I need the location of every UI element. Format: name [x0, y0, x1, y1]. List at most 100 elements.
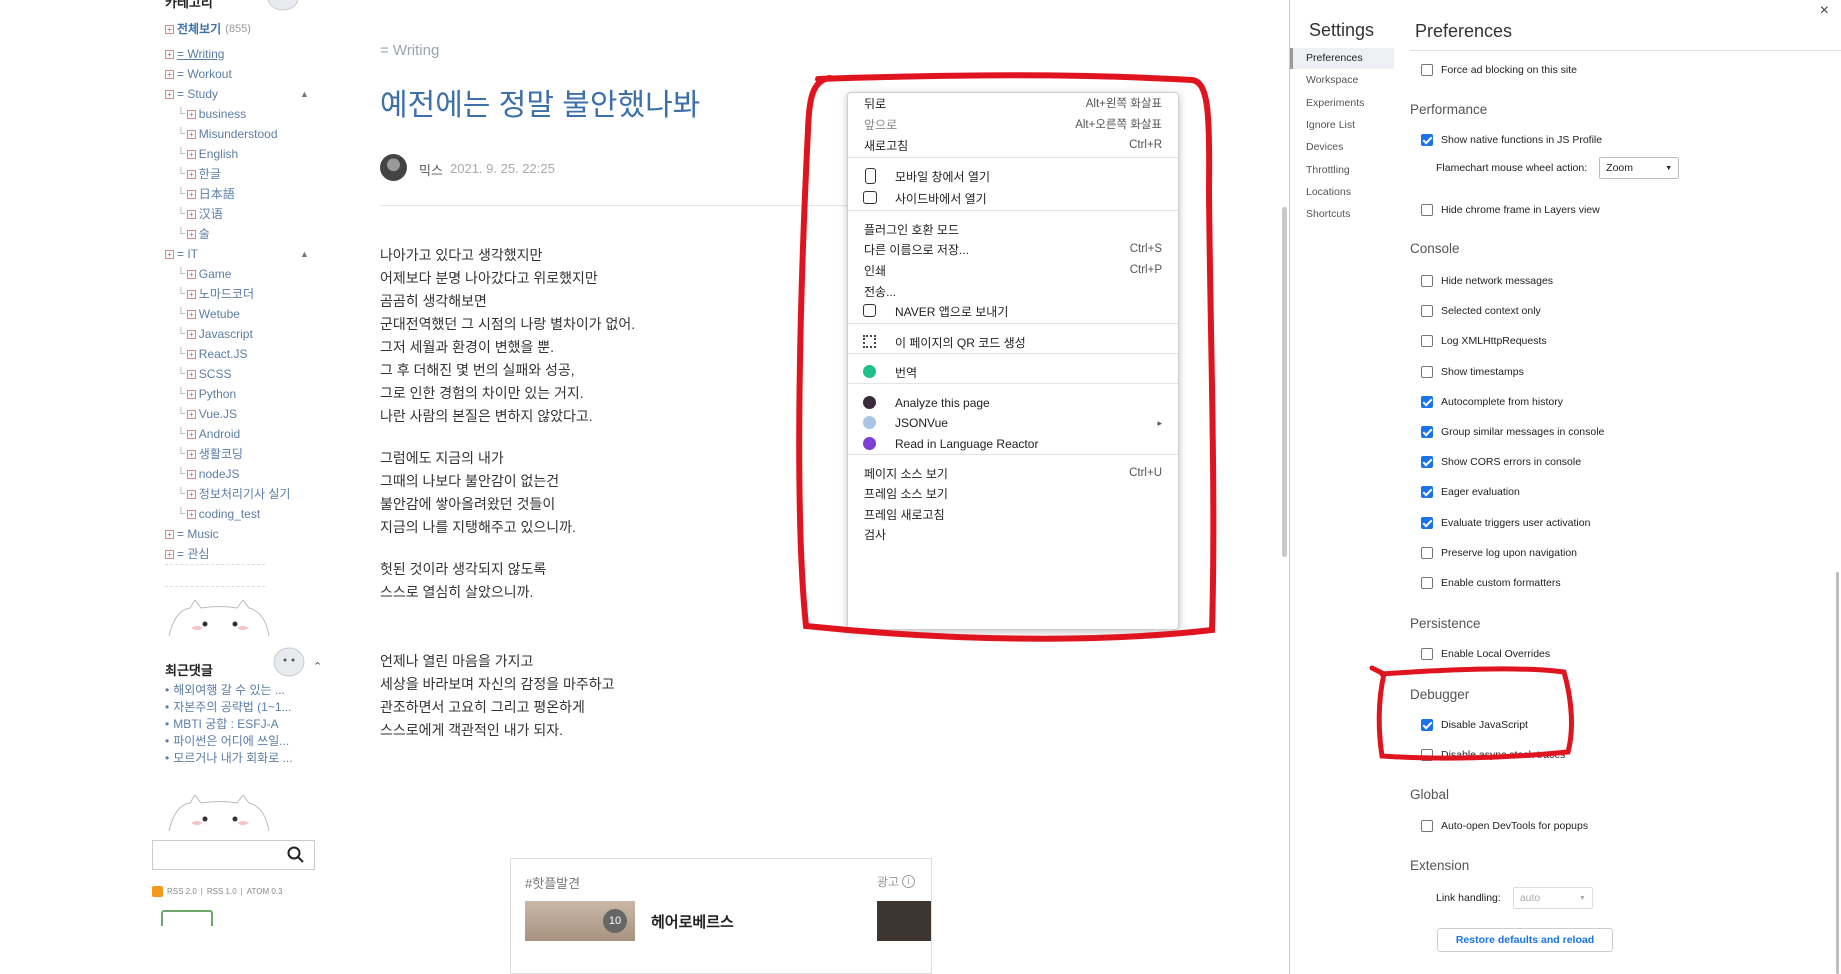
category-item[interactable]: └ + Javascript: [165, 324, 325, 344]
checkbox-setting[interactable]: Auto-open DevTools for popups: [1421, 818, 1588, 834]
menu-item[interactable]: NAVER 앱으로 보내기: [848, 300, 1178, 322]
checkbox-setting[interactable]: Enable Local Overrides: [1421, 646, 1550, 662]
category-item[interactable]: + = Writing: [165, 44, 325, 64]
checkbox[interactable]: [1421, 577, 1433, 589]
category-item[interactable]: └ + 정보처리기사 실기: [165, 484, 325, 504]
checkbox-setting[interactable]: Force ad blocking on this site: [1421, 62, 1577, 78]
rss1-link[interactable]: RSS 1.0: [207, 887, 237, 896]
category-item[interactable]: └ + 汉语: [165, 204, 325, 224]
checkbox-setting[interactable]: Show CORS errors in console: [1421, 454, 1581, 470]
menu-item[interactable]: Read in Language Reactor: [848, 433, 1178, 455]
category-item[interactable]: └ + Python: [165, 384, 325, 404]
checkbox-setting[interactable]: Hide chrome frame in Layers view: [1421, 202, 1600, 218]
atom-link[interactable]: ATOM 0.3: [247, 887, 283, 896]
search-input[interactable]: [157, 842, 287, 868]
category-item[interactable]: └ + 술: [165, 224, 325, 244]
list-item[interactable]: • 파이썬은 어디에 쓰일...: [165, 733, 320, 750]
menu-item[interactable]: 프레임 새로고침: [848, 503, 1178, 525]
post-category[interactable]: = Writing: [380, 42, 439, 59]
category-item[interactable]: + = IT ▲: [165, 244, 325, 264]
category-item[interactable]: └ + business: [165, 104, 325, 124]
checkbox[interactable]: [1421, 648, 1433, 660]
checkbox[interactable]: [1421, 719, 1433, 731]
category-item[interactable]: └ + Wetube: [165, 304, 325, 324]
checkbox[interactable]: [1421, 134, 1433, 146]
restore-defaults-button[interactable]: Restore defaults and reload: [1437, 928, 1613, 952]
checkbox[interactable]: [1421, 204, 1433, 216]
menu-item[interactable]: 인쇄 Ctrl+P: [848, 259, 1178, 281]
checkbox[interactable]: [1421, 456, 1433, 469]
category-item[interactable]: └ + 노마드코더: [165, 284, 325, 304]
menu-item[interactable]: 이 페이지의 QR 코드 생성: [848, 331, 1178, 353]
avatar[interactable]: [380, 154, 407, 181]
menu-item[interactable]: 뒤로 Alt+왼쪽 화살표: [848, 92, 1178, 114]
category-item[interactable]: └ + Vue.JS: [165, 404, 325, 424]
list-item[interactable]: • MBTI 궁합 : ESFJ-A: [165, 716, 320, 733]
checkbox-setting[interactable]: Show timestamps: [1421, 364, 1524, 380]
ad-label[interactable]: 광고 i: [877, 873, 915, 890]
checkbox-setting[interactable]: Hide network messages: [1421, 273, 1553, 289]
collapse-arrow-icon[interactable]: ▲: [300, 84, 309, 104]
menu-item[interactable]: Analyze this page: [848, 392, 1178, 414]
category-item[interactable]: └ + Misunderstood: [165, 124, 325, 144]
checkbox-setting[interactable]: Preserve log upon navigation: [1421, 545, 1577, 561]
checkbox[interactable]: [1421, 486, 1433, 499]
flamechart-select[interactable]: Zoom ▼: [1599, 157, 1680, 179]
checkbox-setting[interactable]: Log XMLHttpRequests: [1421, 333, 1547, 349]
menu-item[interactable]: 새로고침 Ctrl+R: [848, 134, 1178, 156]
checkbox-setting[interactable]: Evaluate triggers user activation: [1421, 515, 1590, 531]
list-item[interactable]: • 해외여행 갈 수 있는 ...: [165, 682, 320, 699]
menu-item[interactable]: 프레임 소스 보기: [848, 482, 1178, 504]
menu-item[interactable]: 모바일 창에서 열기: [848, 165, 1178, 187]
checkbox[interactable]: [1421, 820, 1433, 832]
menu-item[interactable]: 번역: [848, 361, 1178, 383]
category-item[interactable]: └ + React.JS: [165, 344, 325, 364]
menu-item[interactable]: 전송...: [848, 280, 1178, 302]
checkbox[interactable]: [1421, 305, 1433, 318]
devtools-scrollbar[interactable]: [1836, 572, 1839, 974]
checkbox[interactable]: [1421, 64, 1433, 76]
page-scrollbar[interactable]: [1282, 207, 1287, 557]
category-item[interactable]: + = Music: [165, 524, 325, 544]
checkbox-setting[interactable]: Group similar messages in console: [1421, 424, 1604, 440]
category-all[interactable]: + 전체보기 (855): [165, 19, 251, 39]
category-item[interactable]: └ + English: [165, 144, 325, 164]
menu-item[interactable]: 사이드바에서 열기: [848, 187, 1178, 209]
collapse-arrow-icon[interactable]: ▲: [300, 244, 309, 264]
category-item[interactable]: └ + 생활코딩: [165, 444, 325, 464]
checkbox[interactable]: [1421, 335, 1433, 348]
category-item[interactable]: └ + nodeJS: [165, 464, 325, 484]
checkbox-setting[interactable]: Autocomplete from history: [1421, 394, 1563, 410]
list-item[interactable]: • 자본주의 공략법 (1~1...: [165, 699, 320, 716]
checkbox-setting[interactable]: Selected context only: [1421, 303, 1541, 319]
checkbox-setting[interactable]: Disable async stack traces: [1421, 747, 1565, 763]
collapse-arrow-icon[interactable]: ⌃: [313, 660, 322, 673]
menu-item[interactable]: 페이지 소스 보기 Ctrl+U: [848, 462, 1178, 484]
checkbox-setting[interactable]: Enable custom formatters: [1421, 575, 1561, 591]
checkbox[interactable]: [1421, 365, 1433, 378]
menu-item[interactable]: 검사: [848, 523, 1178, 545]
checkbox[interactable]: [1421, 516, 1433, 529]
checkbox-setting[interactable]: Disable JavaScript: [1421, 717, 1528, 733]
category-item[interactable]: └ + Game: [165, 264, 325, 284]
list-item[interactable]: • 모르거나 내가 회화로 ...: [165, 750, 320, 767]
checkbox[interactable]: [1421, 546, 1433, 559]
ad-thumbnail[interactable]: [877, 901, 931, 941]
category-item[interactable]: └ + 日本語: [165, 184, 325, 204]
checkbox-setting[interactable]: Eager evaluation: [1421, 484, 1520, 500]
checkbox-setting[interactable]: Show native functions in JS Profile: [1421, 132, 1602, 148]
menu-item[interactable]: JSONVue ▸: [848, 412, 1178, 434]
rss2-link[interactable]: RSS 2.0: [167, 887, 197, 896]
category-item[interactable]: + = Study ▲: [165, 84, 325, 104]
search-icon[interactable]: [287, 846, 305, 864]
link-handling-select[interactable]: auto ▼: [1512, 887, 1593, 909]
checkbox[interactable]: [1421, 395, 1433, 408]
category-item[interactable]: └ + Android: [165, 424, 325, 444]
category-item[interactable]: + = 관심: [165, 544, 325, 564]
checkbox[interactable]: [1421, 275, 1433, 287]
category-item[interactable]: └ + SCSS: [165, 364, 325, 384]
menu-item[interactable]: 플러그인 호환 모드: [848, 218, 1178, 240]
checkbox[interactable]: [1421, 749, 1433, 761]
ad-item-title[interactable]: 헤어로베르스: [651, 911, 734, 932]
checkbox[interactable]: [1421, 426, 1433, 438]
